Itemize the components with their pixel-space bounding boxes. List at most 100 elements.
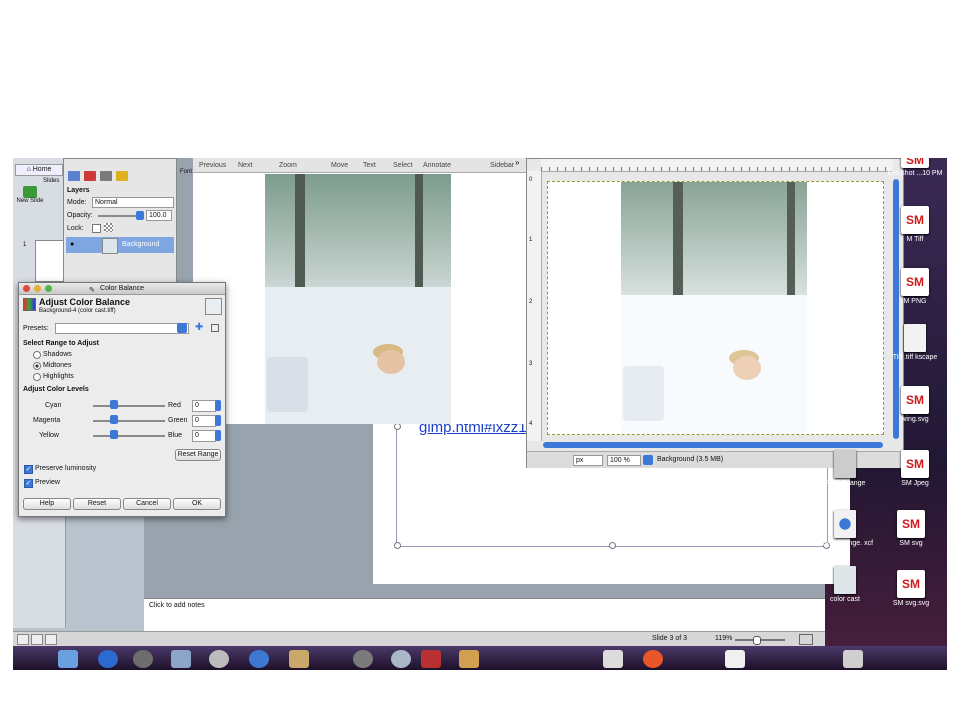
presets-select[interactable] xyxy=(55,323,189,334)
slideshow-view-icon[interactable] xyxy=(45,634,57,645)
app-icon[interactable] xyxy=(459,650,479,668)
close-button[interactable] xyxy=(23,285,30,292)
cyan-red-thumb[interactable] xyxy=(110,400,118,409)
spin-arrows-icon[interactable] xyxy=(215,415,221,426)
app-icon[interactable] xyxy=(289,650,309,668)
desktop-icon[interactable]: GBraworange. xcf xyxy=(813,510,877,547)
unit-select[interactable]: px xyxy=(573,455,603,466)
annotate-button[interactable]: Annotate xyxy=(423,162,451,169)
previous-button[interactable]: Previous xyxy=(199,162,226,169)
app-icon[interactable] xyxy=(391,650,411,668)
app-icon[interactable] xyxy=(249,650,269,668)
desktop-icon[interactable]: SM SM svg xyxy=(879,510,943,547)
cyan-red-input[interactable]: 0 xyxy=(192,400,216,412)
paths-tab-icon[interactable] xyxy=(100,171,112,181)
desktop-icon[interactable]: SM een shot ...10 PM xyxy=(883,158,947,177)
resize-handle[interactable] xyxy=(394,542,401,549)
layers-tab-icon[interactable] xyxy=(68,171,80,181)
overflow-chevron-icon[interactable]: » xyxy=(515,158,519,167)
ok-button[interactable]: OK xyxy=(173,498,221,510)
layer-row-background[interactable]: ● Background xyxy=(66,237,174,254)
fit-window-icon[interactable] xyxy=(799,634,813,645)
magenta-green-slider[interactable] xyxy=(93,420,165,422)
help-button[interactable]: Help xyxy=(23,498,71,510)
magenta-green-thumb[interactable] xyxy=(110,415,118,424)
preserve-luminosity-checkbox[interactable]: ✓ xyxy=(24,465,33,474)
lock-alpha-icon[interactable] xyxy=(104,223,113,232)
undo-tab-icon[interactable] xyxy=(116,171,128,181)
move-button[interactable]: Move xyxy=(331,162,348,169)
desktop-icon[interactable]: SM SM Jpeg xyxy=(883,450,947,487)
app-icon[interactable] xyxy=(421,650,441,668)
resize-handle[interactable] xyxy=(394,423,401,430)
shadows-radio[interactable] xyxy=(33,351,41,359)
opacity-input[interactable]: 100.0 xyxy=(146,210,172,221)
magenta-green-input[interactable]: 0 xyxy=(192,415,216,427)
cyan-red-slider[interactable] xyxy=(93,405,165,407)
desktop-icon[interactable]: SM SM svg.svg xyxy=(879,570,943,607)
document-icon xyxy=(834,450,856,478)
dialog-titlebar[interactable]: ✎ Color Balance xyxy=(19,283,225,295)
desktop-icon[interactable]: RGB-Orange xyxy=(813,450,877,487)
chevron-down-icon[interactable] xyxy=(643,455,653,465)
highlights-radio[interactable] xyxy=(33,373,41,381)
app-icon[interactable] xyxy=(603,650,623,668)
desktop-icon[interactable]: SM M PNG xyxy=(883,268,947,305)
presets-chevron-icon[interactable] xyxy=(177,323,187,333)
opacity-thumb[interactable] xyxy=(136,211,144,220)
resize-handle[interactable] xyxy=(609,542,616,549)
app-icon[interactable] xyxy=(725,650,745,668)
select-button[interactable]: Select xyxy=(393,162,412,169)
zoom-button[interactable]: Zoom xyxy=(279,162,297,169)
yellow-blue-input[interactable]: 0 xyxy=(192,430,216,442)
sorter-view-icon[interactable] xyxy=(31,634,43,645)
app-icon[interactable] xyxy=(353,650,373,668)
app-icon[interactable] xyxy=(643,650,663,668)
spin-arrows-icon[interactable] xyxy=(215,430,221,441)
desktop-icon[interactable]: SM wing.svg xyxy=(883,386,947,423)
desktop-icon[interactable]: Tiff .tiff kscape xyxy=(883,324,947,361)
desktop-icon[interactable]: SM M Tiff xyxy=(883,206,947,243)
yellow-blue-slider[interactable] xyxy=(93,435,165,437)
normal-view-icon[interactable] xyxy=(17,634,29,645)
zoom-thumb[interactable] xyxy=(753,636,761,645)
sidebar-button[interactable]: Sidebar xyxy=(490,162,514,169)
add-preset-icon[interactable]: ✚ xyxy=(195,322,203,333)
horizontal-scrollbar[interactable] xyxy=(543,442,883,448)
spin-arrows-icon[interactable] xyxy=(215,400,221,411)
app-icon[interactable] xyxy=(843,650,863,668)
cancel-button[interactable]: Cancel xyxy=(123,498,171,510)
visibility-eye-icon[interactable]: ● xyxy=(70,241,74,248)
finder-icon[interactable] xyxy=(58,650,78,668)
midtones-radio[interactable] xyxy=(33,362,41,370)
notes-pane[interactable]: Click to add notes xyxy=(144,598,825,633)
text-button[interactable]: Text xyxy=(363,162,376,169)
desktop-icon[interactable]: color cast xyxy=(813,566,877,603)
zoom-select[interactable]: 100 % xyxy=(607,455,641,466)
sm-file-icon: SM xyxy=(901,450,929,478)
horizontal-ruler[interactable] xyxy=(541,159,893,172)
preview-checkbox[interactable]: ✓ xyxy=(24,479,33,488)
reset-button[interactable]: Reset xyxy=(73,498,121,510)
mail-icon[interactable] xyxy=(171,650,191,668)
home-tab[interactable]: ⌂ Home xyxy=(15,164,63,176)
mode-select[interactable]: Normal xyxy=(92,197,174,208)
font-tab[interactable]: Font xyxy=(180,169,192,175)
preset-menu-icon[interactable] xyxy=(211,324,219,332)
image-canvas[interactable] xyxy=(547,181,884,435)
minimize-button[interactable] xyxy=(34,285,41,292)
yellow-blue-thumb[interactable] xyxy=(110,430,118,439)
preview-app-icon[interactable] xyxy=(209,650,229,668)
new-slide-button[interactable]: New Slide xyxy=(15,186,45,214)
slide-thumbnail[interactable] xyxy=(35,240,65,282)
reset-range-button[interactable]: Reset Range xyxy=(175,449,221,461)
channels-tab-icon[interactable] xyxy=(84,171,96,181)
lock-pixels-checkbox[interactable] xyxy=(92,224,101,233)
vertical-ruler[interactable]: 0 1 2 3 4 xyxy=(527,171,542,441)
itunes-icon[interactable] xyxy=(133,650,153,668)
next-button[interactable]: Next xyxy=(238,162,252,169)
layers-title: Layers xyxy=(67,187,90,194)
safari-icon[interactable] xyxy=(98,650,118,668)
notes-placeholder: Click to add notes xyxy=(149,602,205,609)
zoom-button-window[interactable] xyxy=(45,285,52,292)
